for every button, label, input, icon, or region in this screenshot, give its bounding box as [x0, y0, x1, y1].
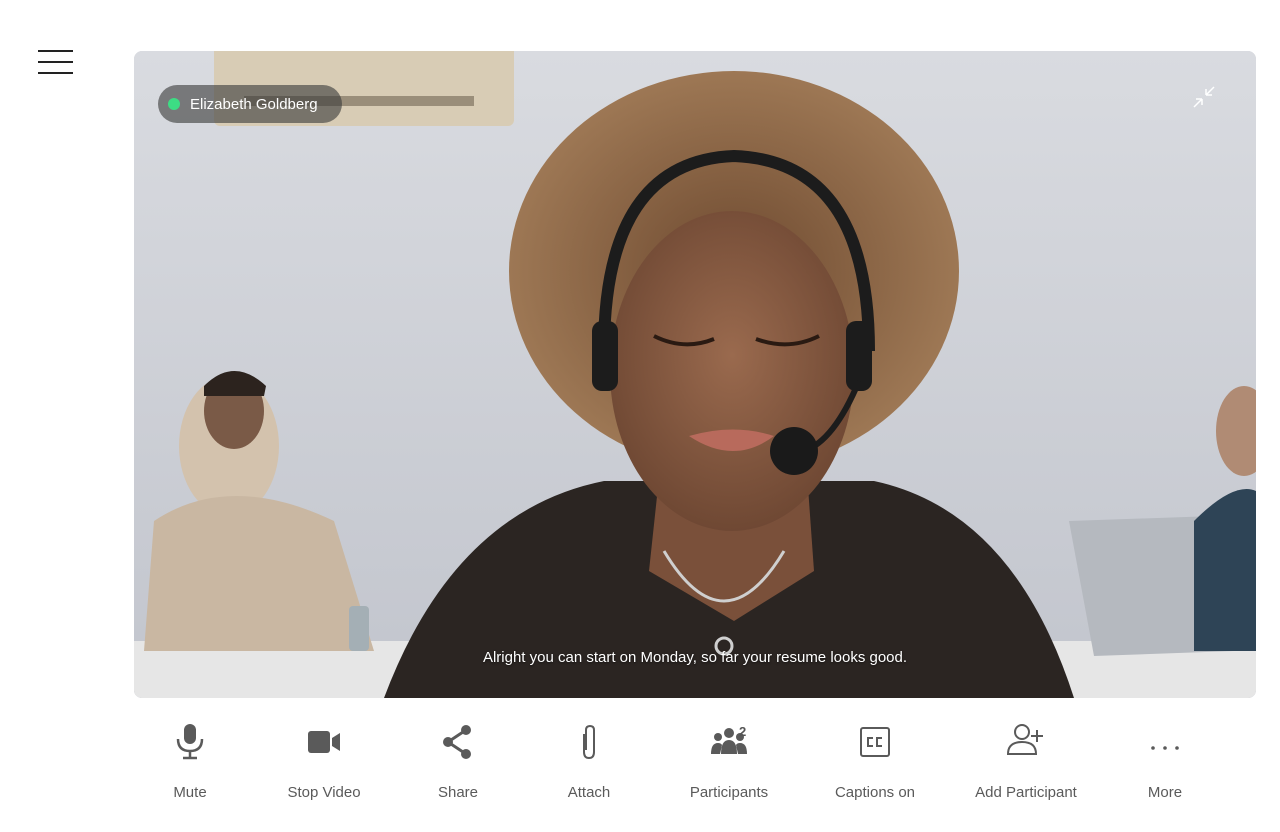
- share-icon: [443, 725, 471, 759]
- participants-count-badge: 2: [739, 724, 747, 739]
- video-camera-icon: [308, 731, 340, 753]
- add-participant-button[interactable]: Add Participant: [966, 712, 1086, 808]
- participant-name-tag: Elizabeth Goldberg: [158, 85, 342, 123]
- more-label: More: [1147, 784, 1183, 801]
- add-user-icon: [1006, 724, 1043, 755]
- more-button[interactable]: More: [1125, 712, 1205, 808]
- participants-button[interactable]: 2 Participants: [682, 712, 776, 808]
- captions-label: Captions on: [834, 784, 916, 801]
- participant-name: Elizabeth Goldberg: [190, 95, 318, 113]
- minimize-button[interactable]: [1188, 81, 1220, 113]
- attach-button[interactable]: Attach: [549, 712, 629, 808]
- video-frame-image: [134, 51, 1256, 698]
- more-dots-icon: [1151, 746, 1179, 750]
- video-feed: Elizabeth Goldberg Alright you can start…: [134, 51, 1256, 698]
- captions-button[interactable]: Captions on: [825, 712, 925, 808]
- hamburger-menu-icon-line: [38, 61, 73, 63]
- closed-captions-icon: [860, 727, 890, 757]
- live-caption: Alright you can start on Monday, so far …: [482, 649, 908, 666]
- participants-label: Participants: [689, 784, 769, 801]
- online-status-indicator: [168, 98, 180, 110]
- share-button[interactable]: Share: [418, 712, 498, 808]
- call-controls-toolbar: Mute Stop Video Share Attach 2 Participa…: [134, 712, 1256, 812]
- attach-label: Attach: [567, 784, 611, 801]
- microphone-icon: [176, 724, 204, 760]
- hamburger-menu-icon-line: [38, 50, 73, 52]
- share-label: Share: [437, 784, 479, 801]
- add-participant-label: Add Participant: [975, 784, 1077, 801]
- hamburger-menu-button[interactable]: [38, 48, 74, 76]
- mute-label: Mute: [173, 784, 207, 801]
- hamburger-menu-icon-line: [38, 72, 73, 74]
- stop-video-label: Stop Video: [287, 784, 361, 801]
- mute-button[interactable]: Mute: [150, 712, 230, 808]
- stop-video-button[interactable]: Stop Video: [274, 712, 374, 808]
- minimize-icon: [1193, 86, 1215, 108]
- paperclip-icon: [583, 724, 595, 760]
